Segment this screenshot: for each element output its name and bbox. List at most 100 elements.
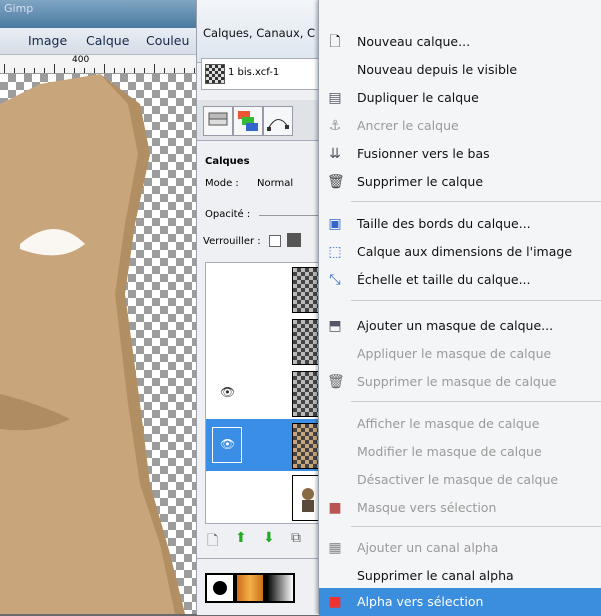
menu-item-label: Alpha vers sélection — [357, 594, 484, 609]
menu-item-apply-layer-mask[interactable]: Appliquer le masque de calque — [319, 340, 601, 368]
alpha-to-selection-icon: ■ — [328, 594, 342, 610]
menu-image[interactable]: Image — [28, 33, 67, 48]
menu-item-mask-to-selection[interactable]: ■ Masque vers sélection — [319, 494, 601, 522]
add-mask-icon: ⬒ — [328, 318, 342, 334]
layers-dock: Calques, Canaux, C 1 bis.xcf-1 Calques M… — [196, 0, 324, 615]
menu-item-label: Afficher le masque de calque — [357, 416, 540, 431]
menu-item-disable-layer-mask[interactable]: Désactiver le masque de calque — [319, 466, 601, 494]
menu-separator — [351, 201, 601, 202]
menu-item-new-from-visible[interactable]: Nouveau depuis le visible — [319, 56, 601, 84]
duplicate-layer-icon[interactable]: ⧉ — [291, 530, 301, 546]
menu-item-alpha-to-selection[interactable]: ■ Alpha vers sélection — [319, 588, 601, 616]
layer-row[interactable] — [206, 471, 324, 523]
menu-item-label: Taille des bords du calque... — [357, 216, 531, 231]
ruler-tick — [194, 68, 195, 73]
menu-item-remove-alpha-channel[interactable]: Supprimer le canal alpha — [319, 562, 601, 590]
menu-item-label: Ancrer le calque — [357, 118, 459, 133]
menu-item-layer-boundary[interactable]: ▣ Taille des bords du calque... — [319, 210, 601, 238]
menu-item-label: Calque aux dimensions de l'image — [357, 244, 573, 259]
horizontal-ruler[interactable]: 400 — [0, 55, 200, 74]
ruler-tick — [44, 68, 45, 73]
lock-alpha-icon[interactable] — [287, 233, 301, 247]
ruler-tick — [14, 68, 15, 73]
ruler-label: 400 — [72, 55, 90, 65]
menu-item-show-layer-mask[interactable]: Afficher le masque de calque — [319, 410, 601, 438]
fg-bg-color-icon[interactable] — [205, 573, 235, 603]
tab-paths-icon[interactable] — [263, 106, 293, 136]
menu-item-new-layer[interactable]: 🗋 Nouveau calque... — [319, 28, 601, 56]
layer-buttons: 🗋 ⬆ ⬇ ⧉ — [197, 526, 323, 552]
menu-calque[interactable]: Calque — [86, 33, 129, 48]
tab-channels-icon[interactable] — [233, 106, 263, 136]
menu-item-edit-layer-mask[interactable]: Modifier le masque de calque — [319, 438, 601, 466]
layer-row[interactable] — [206, 315, 324, 367]
menu-couleurs[interactable]: Couleu — [146, 33, 189, 48]
tab-layers-icon[interactable] — [203, 106, 233, 136]
merge-down-icon: ⇊ — [329, 146, 341, 162]
menu-item-add-layer-mask[interactable]: ⬒ Ajouter un masque de calque... — [319, 312, 601, 340]
menu-item-label: Supprimer le masque de calque — [357, 374, 557, 389]
ruler-tick — [34, 68, 35, 73]
lock-pixels-checkbox[interactable] — [269, 235, 281, 247]
layer-row-selected[interactable]: 👁 — [206, 419, 324, 471]
menu-item-label: Supprimer le calque — [357, 174, 484, 189]
layer-row[interactable] — [206, 263, 324, 315]
ruler-tick — [154, 64, 155, 73]
image-canvas[interactable] — [0, 74, 200, 614]
gradient-icon[interactable] — [265, 573, 295, 603]
layers-list[interactable]: 👁 👁 — [205, 262, 324, 524]
visibility-eye-icon[interactable]: 👁 — [220, 437, 238, 451]
opacity-label: Opacité : — [205, 209, 251, 220]
menu-item-label: Appliquer le masque de calque — [357, 346, 552, 361]
dock-tabs — [197, 100, 323, 141]
ruler-tick — [24, 68, 25, 73]
ruler-tick — [114, 68, 115, 73]
lower-layer-icon[interactable]: ⬇ — [263, 530, 275, 546]
menu-item-label: Ajouter un canal alpha — [357, 540, 499, 555]
menu-item-anchor-layer[interactable]: ⚓ Ancrer le calque — [319, 112, 601, 140]
ruler-tick — [174, 68, 175, 73]
new-layer-icon: 🗋 — [329, 34, 341, 50]
ruler-tick — [184, 68, 185, 73]
ruler-tick — [74, 68, 75, 73]
ruler-tick — [164, 68, 165, 73]
ruler-tick — [134, 68, 135, 73]
ruler-tick — [144, 68, 145, 73]
dock-titlebar: Calques, Canaux, C — [197, 0, 323, 63]
menu-item-add-alpha-channel[interactable]: ▦ Ajouter un canal alpha — [319, 534, 601, 562]
menu-item-label: Fusionner vers le bas — [357, 146, 490, 161]
menu-item-delete-layer[interactable]: 🗑 Supprimer le calque — [319, 168, 601, 196]
layer-context-menu: 🗋 Nouveau calque... Nouveau depuis le vi… — [318, 0, 601, 616]
mode-select[interactable]: Normal — [257, 178, 293, 189]
layer-boundary-icon: ▣ — [328, 216, 342, 232]
ruler-tick — [54, 64, 55, 73]
raise-layer-icon[interactable]: ⬆ — [235, 530, 247, 546]
alpha-channel-icon: ▦ — [328, 540, 342, 556]
ruler-tick — [64, 68, 65, 73]
pattern-icon[interactable] — [235, 573, 265, 603]
menu-item-label: Dupliquer le calque — [357, 90, 479, 105]
layers-section-title: Calques — [205, 156, 250, 167]
ruler-tick — [94, 68, 95, 73]
image-menubar: Image Calque Couleu — [0, 28, 200, 55]
anchor-icon: ⚓ — [328, 118, 342, 134]
menu-item-duplicate-layer[interactable]: ▤ Dupliquer le calque — [319, 84, 601, 112]
menu-separator — [351, 526, 601, 527]
menu-item-label: Supprimer le canal alpha — [357, 568, 514, 583]
image-selector[interactable]: 1 bis.xcf-1 — [201, 58, 323, 90]
mode-label: Mode : — [205, 178, 239, 189]
scale-layer-icon: ⤡ — [329, 272, 341, 288]
new-layer-icon[interactable]: 🗋 — [207, 530, 218, 554]
trash-icon: 🗑 — [327, 174, 345, 190]
menu-item-merge-down[interactable]: ⇊ Fusionner vers le bas — [319, 140, 601, 168]
menu-item-scale-layer[interactable]: ⤡ Échelle et taille du calque... — [319, 266, 601, 294]
menu-separator — [351, 401, 601, 402]
menu-item-label: Échelle et taille du calque... — [357, 272, 531, 287]
layer-row[interactable]: 👁 — [206, 367, 324, 419]
menu-item-layer-to-image[interactable]: ⬚ Calque aux dimensions de l'image — [319, 238, 601, 266]
lock-label: Verrouiller : — [203, 236, 261, 247]
opacity-slider[interactable] — [259, 215, 319, 216]
visibility-eye-icon[interactable]: 👁 — [220, 385, 238, 399]
window-title: Gimp — [4, 2, 34, 15]
menu-item-delete-layer-mask[interactable]: 🗑 Supprimer le masque de calque — [319, 368, 601, 396]
